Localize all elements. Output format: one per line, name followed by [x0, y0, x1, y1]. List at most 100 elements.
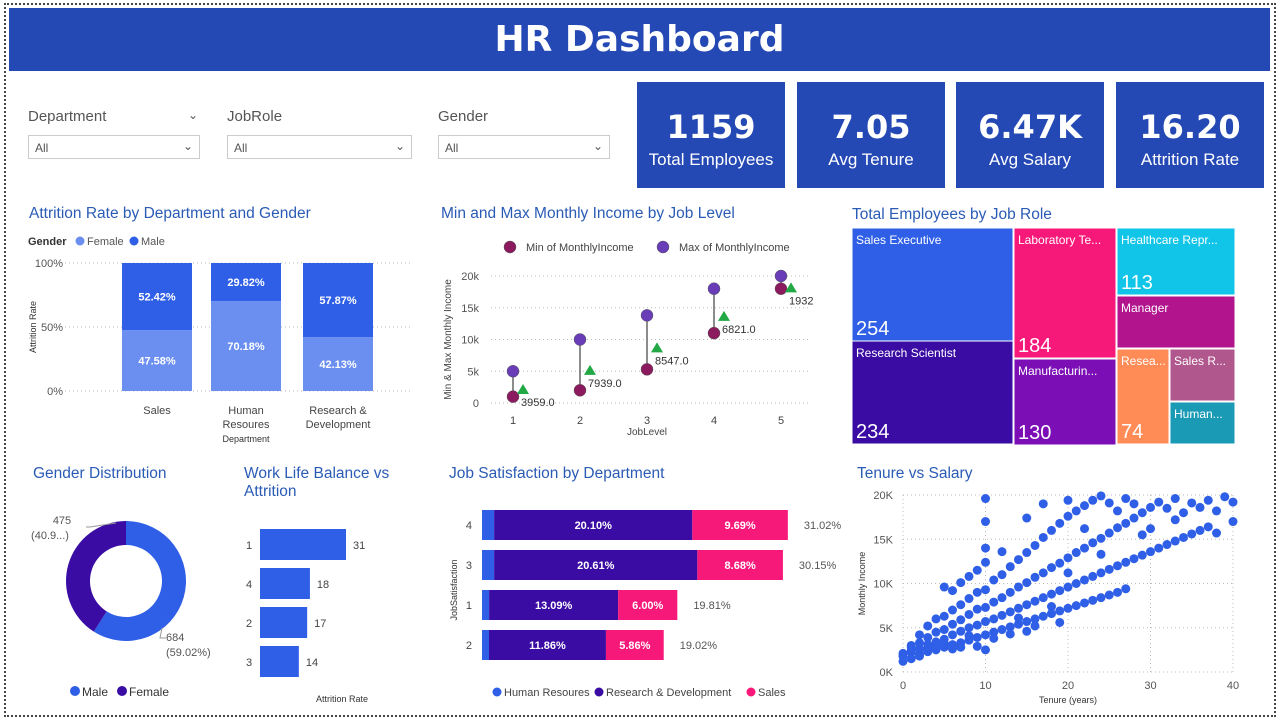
scatter-point — [1055, 586, 1065, 596]
scatter-point — [1096, 593, 1106, 603]
y-tick-label: 50% — [41, 322, 63, 334]
scatter-point — [898, 651, 908, 661]
scatter-point — [1005, 562, 1015, 572]
department-slicer[interactable]: Department ⌄ All ⌄ — [28, 108, 200, 159]
scatter-point — [989, 575, 999, 585]
scatter-point — [915, 638, 924, 648]
scatter-point — [972, 632, 982, 642]
scatter-point — [1071, 579, 1081, 588]
x-axis-title: Department — [222, 434, 270, 444]
scatter-point — [1022, 513, 1032, 523]
legend-marker — [503, 240, 517, 254]
scatter-point — [1005, 607, 1015, 617]
y-axis-title: Monthly Income — [857, 552, 867, 616]
scatter-point — [989, 633, 999, 643]
jobrole-slicer[interactable]: JobRole All ⌄ — [227, 108, 412, 159]
scatter-point — [1063, 495, 1073, 505]
scatter-point — [923, 643, 933, 653]
tile-value: 74 — [1121, 421, 1143, 443]
scatter-point — [1063, 582, 1073, 592]
difference-label: 3959.0 — [521, 397, 555, 409]
scatter-point — [1055, 617, 1065, 627]
scatter-point — [1055, 606, 1065, 616]
legend-label: Research & Development — [606, 687, 731, 699]
scatter-point — [939, 582, 949, 592]
data-label: 14 — [306, 657, 318, 669]
slicer-dropdown[interactable]: All ⌄ — [28, 135, 200, 159]
data-label: 17 — [314, 618, 326, 630]
scatter-point — [1220, 492, 1230, 502]
tenure-chart-title: Tenure vs Salary — [857, 465, 973, 482]
legend-label: Female — [87, 236, 124, 248]
scatter-point — [1005, 587, 1015, 597]
y-tick-label: 3 — [466, 560, 472, 572]
legend-label: Female — [129, 685, 169, 699]
y-tick-label: 0% — [47, 386, 63, 398]
legend-marker — [75, 236, 85, 246]
scatter-point — [1038, 568, 1048, 578]
gender-slicer[interactable]: Gender All ⌄ — [438, 108, 610, 159]
satisfaction-chart-title: Job Satisfaction by Department — [449, 465, 665, 482]
tile-label: Healthcare Repr... — [1121, 233, 1218, 247]
green-triangle-icon — [517, 383, 529, 394]
data-label: 13.09% — [535, 600, 573, 612]
tile-label: Laboratory Te... — [1018, 233, 1101, 247]
y-tick-label: 2 — [246, 618, 252, 630]
attrition-chart: Gender Female Male 100% 50% 0% Attrition Rate 4… — [28, 236, 412, 444]
scatter-point — [1228, 497, 1238, 507]
kpi-card-avg-salary: 6.47K Avg Salary — [956, 82, 1104, 188]
scatter-point — [997, 547, 1007, 557]
kpi-label: Avg Salary — [989, 150, 1071, 169]
x-tick-label: Sales — [143, 405, 171, 417]
satisfaction-chart: 4 20.10% 9.69% 31.02% 3 20.61% 8.68% 30.15% 1 13.… — [449, 510, 841, 699]
data-label: 6.00% — [632, 600, 663, 612]
slice-label: 475 — [53, 515, 71, 527]
scatter-point — [981, 602, 990, 612]
scatter-point — [1047, 525, 1056, 535]
scatter-point — [1121, 557, 1131, 567]
scatter-point — [964, 609, 974, 619]
scatter-point — [1170, 536, 1180, 546]
legend-label: Male — [141, 236, 165, 248]
scatter-point — [981, 494, 990, 504]
scatter-point — [972, 565, 982, 575]
legend-title: Gender — [28, 236, 67, 248]
data-label: 52.42% — [138, 292, 176, 304]
scatter-point — [1212, 506, 1221, 516]
scatter-point — [1154, 497, 1164, 507]
legend-label: Min of MonthlyIncome — [526, 242, 634, 254]
scatter-point — [1203, 522, 1213, 532]
scatter-point — [1071, 601, 1081, 611]
slicer-dropdown[interactable]: All ⌄ — [227, 135, 412, 159]
scatter-point — [1195, 502, 1205, 512]
y-tick-label: 20K — [873, 490, 893, 502]
tile-value: 184 — [1018, 335, 1051, 357]
slicer-dropdown[interactable]: All ⌄ — [438, 135, 610, 159]
legend-label: Max of MonthlyIncome — [679, 242, 790, 254]
max-point — [774, 269, 788, 283]
scatter-point — [923, 632, 933, 642]
scatter-point — [1096, 549, 1106, 559]
chevron-down-icon[interactable]: ⌄ — [188, 108, 198, 122]
scatter-point — [948, 586, 957, 596]
bar-segment — [482, 590, 490, 620]
attrition-chart-title: Attrition Rate by Department and Gender — [29, 205, 311, 222]
x-tick-label: Development — [306, 419, 371, 431]
tile-label: Human... — [1174, 407, 1223, 421]
scatter-point — [1014, 613, 1023, 623]
legend-marker — [492, 687, 502, 697]
dashboard-title: HR Dashboard — [9, 8, 1270, 71]
scatter-point — [1088, 595, 1098, 605]
scatter-point — [1030, 621, 1040, 631]
scatter-point — [1080, 524, 1089, 534]
scatter-point — [1088, 495, 1098, 505]
bar — [260, 529, 346, 560]
legend-marker — [117, 686, 127, 696]
green-triangle-icon — [718, 310, 730, 321]
scatter-point — [997, 593, 1007, 603]
wlb-chart-title: Work Life Balance vs Attrition — [244, 465, 389, 501]
kpi-value: 7.05 — [831, 108, 911, 146]
scatter-point — [1071, 506, 1081, 516]
scatter-point — [972, 604, 982, 614]
scatter-point — [939, 625, 949, 635]
